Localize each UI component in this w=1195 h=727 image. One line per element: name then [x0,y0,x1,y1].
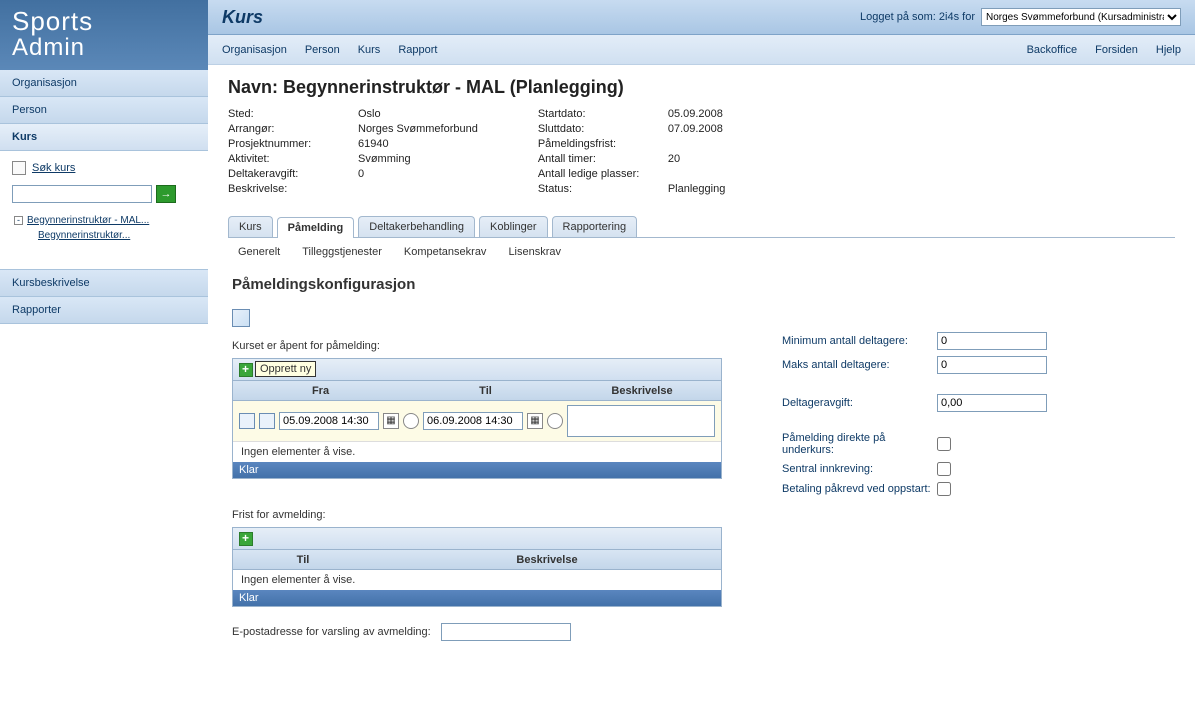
tree-root[interactable]: -Begynnerinstruktør - MAL... [14,213,194,228]
tab-pamelding[interactable]: Påmelding [277,217,355,238]
fee-input[interactable] [937,394,1047,412]
col-fra: Fra [233,385,408,397]
min-input[interactable] [937,332,1047,350]
info-value: Norges Svømmeforbund [358,123,478,135]
min-label: Minimum antall deltagere: [782,335,937,347]
submenu-rapport[interactable]: Rapport [398,44,437,56]
panel-status-2: Klar [233,590,721,606]
col-beskrivelse: Beskrivelse [563,385,721,397]
empty-message: Ingen elementer å vise. [233,442,721,462]
info-label: Deltakeravgift: [228,168,358,180]
col-til-2: Til [233,554,373,566]
col-beskrivelse-2: Beskrivelse [373,554,721,566]
submenu-person[interactable]: Person [305,44,340,56]
info-label: Prosjektnummer: [228,138,358,150]
subtab-tilleggstjenester[interactable]: Tilleggstjenester [302,246,382,258]
info-value: 20 [668,153,680,165]
search-go-button[interactable]: → [156,185,176,203]
search-input[interactable] [12,185,152,203]
info-label: Påmeldingsfrist: [538,138,668,150]
info-value: Planlegging [668,183,726,195]
info-label: Sted: [228,108,358,120]
submenu-backoffice[interactable]: Backoffice [1027,44,1078,56]
subtab-kompetansekrav[interactable]: Kompetansekrav [404,246,487,258]
tree-expander-icon[interactable]: - [14,216,23,225]
submenu-hjelp[interactable]: Hjelp [1156,44,1181,56]
email-label: E-postadresse for varsling av avmelding: [232,626,431,638]
empty-message-2: Ingen elementer å vise. [233,570,721,590]
info-value: 05.09.2008 [668,108,723,120]
page-module-title: Kurs [222,7,263,28]
sidebar-item-organisasjon[interactable]: Organisasjon [0,70,208,97]
subtab-generelt[interactable]: Generelt [238,246,280,258]
info-label: Antall ledige plasser: [538,168,668,180]
search-kurs-link[interactable]: Søk kurs [32,162,75,174]
tab-deltakerbehandling[interactable]: Deltakerbehandling [358,216,475,237]
col-til: Til [408,385,563,397]
calendar-icon-2[interactable]: ▦ [527,413,543,429]
add-row-button[interactable] [239,363,253,377]
central-checkbox[interactable] [937,462,951,476]
add-deadline-button[interactable] [239,532,253,546]
tree-child[interactable]: Begynnerinstruktør... [14,228,194,243]
fee-label: Deltageravgift: [782,397,937,409]
clock-icon-2[interactable] [547,413,563,429]
panel-status: Klar [233,462,721,478]
info-label: Sluttdato: [538,123,668,135]
save-button[interactable] [232,309,250,327]
tooltip-opprett-ny: Opprett ny [255,361,316,377]
open-label: Kurset er åpent for påmelding: [232,340,732,352]
info-label: Antall timer: [538,153,668,165]
info-label: Arrangør: [228,123,358,135]
sidebar-item-kursbeskrivelse[interactable]: Kursbeskrivelse [0,269,208,297]
sidebar-item-kurs[interactable]: Kurs [0,124,208,151]
row-description-input[interactable] [567,405,715,437]
date-from-input[interactable] [279,412,379,430]
central-label: Sentral innkreving: [782,463,937,475]
section-title: Påmeldingskonfigurasjon [232,276,1175,293]
info-value: 61940 [358,138,389,150]
app-logo: Sports Admin [0,0,208,70]
info-label: Beskrivelse: [228,183,358,195]
email-input[interactable] [441,623,571,641]
sidebar-item-rapporter[interactable]: Rapporter [0,297,208,324]
info-value: Svømming [358,153,411,165]
course-title: Navn: Begynnerinstruktør - MAL (Planlegg… [228,77,1175,98]
deadline-label: Frist for avmelding: [232,509,732,521]
info-label: Aktivitet: [228,153,358,165]
subtab-lisenskrav[interactable]: Lisenskrav [508,246,561,258]
max-input[interactable] [937,356,1047,374]
row-save-icon[interactable] [239,413,255,429]
login-info-text: Logget på som: 2i4s for [860,11,975,23]
info-value: Oslo [358,108,381,120]
search-doc-icon [12,161,26,175]
info-value: 0 [358,168,364,180]
pay-label: Betaling påkrevd ved oppstart: [782,483,937,495]
info-value: 07.09.2008 [668,123,723,135]
tab-koblinger[interactable]: Koblinger [479,216,547,237]
info-label: Startdato: [538,108,668,120]
submenu-kurs[interactable]: Kurs [358,44,381,56]
tab-kurs[interactable]: Kurs [228,216,273,237]
date-to-input[interactable] [423,412,523,430]
sidebar-item-person[interactable]: Person [0,97,208,124]
subcourse-checkbox[interactable] [937,437,951,451]
role-select[interactable]: Norges Svømmeforbund (Kursadministrator) [981,8,1181,26]
submenu-organisasjon[interactable]: Organisasjon [222,44,287,56]
clock-icon[interactable] [403,413,419,429]
submenu-forsiden[interactable]: Forsiden [1095,44,1138,56]
max-label: Maks antall deltagere: [782,359,937,371]
subcourse-label: Påmelding direkte på underkurs: [782,432,937,456]
calendar-icon[interactable]: ▦ [383,413,399,429]
info-label: Status: [538,183,668,195]
row-cancel-icon[interactable] [259,413,275,429]
pay-checkbox[interactable] [937,482,951,496]
tab-rapportering[interactable]: Rapportering [552,216,638,237]
